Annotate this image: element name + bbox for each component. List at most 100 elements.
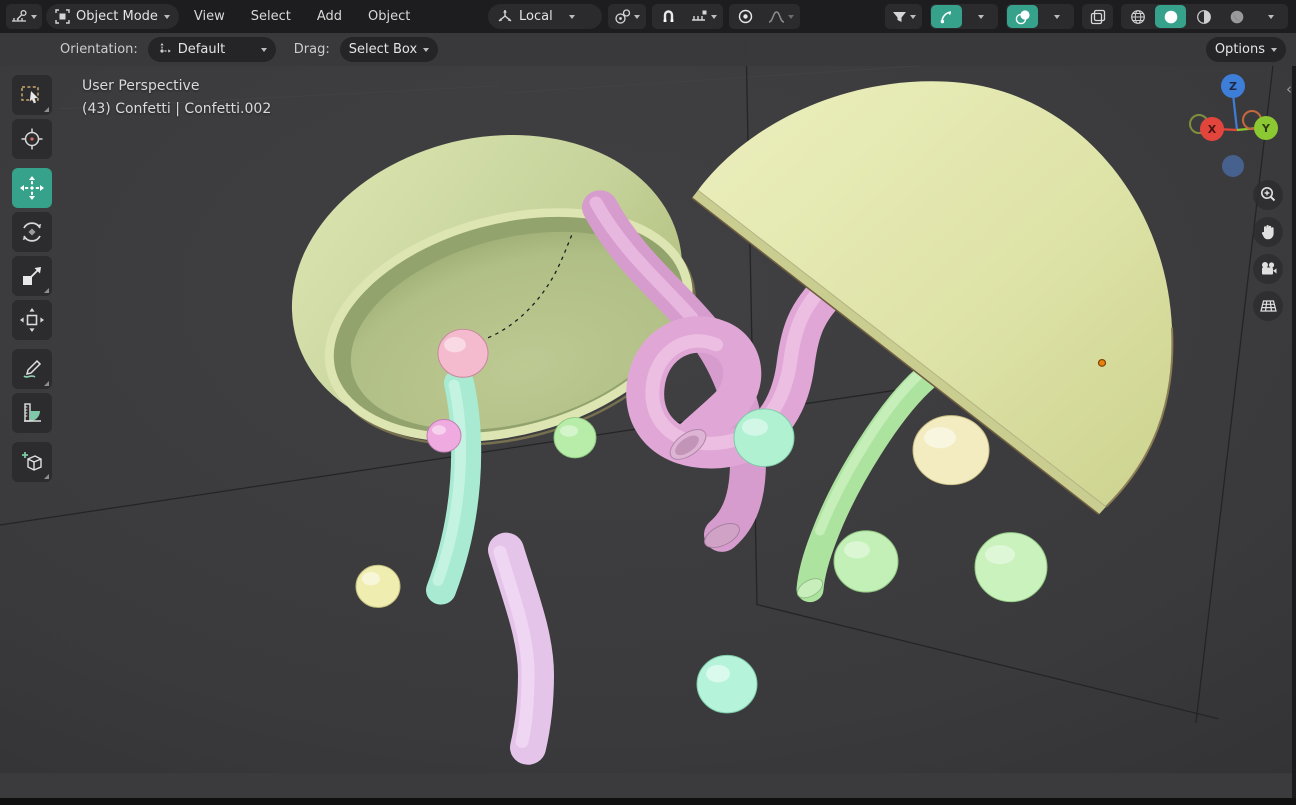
sphere-cyan[interactable] [696,654,758,714]
chevron-down-icon [568,14,575,19]
magnet-icon [663,10,674,22]
proportional-falloff-dropdown[interactable] [763,5,799,28]
material-preview-shading-icon [1196,9,1211,24]
gizmo-axis-neg-z[interactable] [1222,155,1244,177]
tool-transform[interactable] [12,300,52,340]
menu-view[interactable]: View [183,0,236,33]
sphere-green-3[interactable] [974,532,1048,603]
chevron-down-icon[interactable] [1053,14,1060,19]
camera-icon [1261,262,1276,275]
tool-add-cube[interactable] [12,442,52,482]
header-bar: Object Mode View Select Add Object Local [0,0,1296,33]
editor-type-button[interactable] [6,4,42,29]
chevron-down-icon [1271,47,1277,52]
show-gizmo-toggle[interactable] [931,5,962,28]
chevron-down-icon [788,14,794,19]
chevron-down-icon[interactable] [977,14,984,19]
viewport-3d-scene [0,33,1296,774]
xray-icon [1090,9,1105,24]
mode-selector[interactable]: Object Mode [46,4,179,29]
object-visibility-dropdown[interactable] [885,4,922,29]
tool-options-indicator [44,381,49,386]
gizmo-axis-x[interactable]: X [1200,117,1224,141]
rendered-shading-icon [1230,10,1243,23]
active-object-label: (43) Confetti | Confetti.002 [82,101,272,117]
shading-solid-button[interactable] [1155,5,1186,28]
chevron-down-icon[interactable] [711,14,717,19]
show-overlays-toggle[interactable] [1007,5,1038,28]
svg-text:Z: Z [1229,80,1237,93]
snap-toggle[interactable] [653,5,684,28]
orientation-label: Local [519,9,553,24]
tool-select-box[interactable] [12,75,52,115]
shading-rendered-button[interactable] [1221,5,1252,28]
pan-view-button[interactable] [1253,217,1283,247]
tool-move[interactable] [12,168,52,208]
viewport-editor-icon [12,9,27,22]
tool-options-indicator [44,288,49,293]
menu-select[interactable]: Select [240,0,302,33]
zoom-button[interactable] [1253,180,1283,210]
perspective-toggle-button[interactable] [1253,291,1283,321]
gizmo-settings-dropdown[interactable] [964,5,997,28]
sphere-cream[interactable] [912,415,990,486]
object-mode-icon [55,9,70,24]
camera-view-button[interactable] [1253,254,1283,284]
sidebar-collapse-arrow[interactable]: ‹ [1283,80,1295,98]
shading-settings-dropdown[interactable] [1254,5,1287,28]
snap-settings-dropdown[interactable] [686,5,722,28]
gizmo-axis-y[interactable]: Y [1254,116,1278,140]
menu-object[interactable]: Object [357,0,421,33]
orientation-axes-icon [498,10,512,22]
toolbar [12,75,52,486]
wireframe-shading-icon [1130,9,1145,24]
tool-settings-bar: Orientation: Default Drag: Select Box Op… [0,33,1296,66]
tool-scale[interactable] [12,256,52,296]
sphere-mint[interactable] [733,408,795,467]
falloff-curve-icon [768,10,785,23]
proportional-editing-toggle[interactable] [730,5,761,28]
proportional-editing-icon [738,9,753,24]
tool-cursor[interactable] [12,119,52,159]
chevron-down-icon [260,47,267,52]
snap-increment-icon [692,10,707,21]
object-origin-dot [1097,358,1107,367]
xray-toggle[interactable] [1082,4,1113,29]
options-dropdown[interactable]: Options [1205,37,1286,62]
chevron-down-icon[interactable] [1267,14,1274,19]
options-label: Options [1214,42,1265,57]
hand-icon [1261,225,1274,240]
sphere-yellow[interactable] [355,564,401,608]
navigation-gizmo[interactable]: Z X Y [1183,72,1295,184]
drag-mode-dropdown[interactable]: Select Box [339,37,439,62]
tool-annotate[interactable] [12,349,52,389]
sphere-green-2[interactable] [833,530,899,593]
svg-text:Y: Y [1261,122,1271,135]
drag-field-label: Drag: [293,42,330,57]
sphere-green[interactable] [553,417,597,459]
chevron-down-icon[interactable] [909,14,916,19]
view-perspective-label: User Perspective [82,78,200,94]
ortho-grid-icon [1259,300,1277,312]
tool-rotate[interactable] [12,212,52,252]
menu-add[interactable]: Add [306,0,353,33]
window-bottom-border [0,798,1296,805]
svg-text:X: X [1208,123,1217,136]
pivot-point-dropdown[interactable] [608,4,646,29]
gizmo-axis-z[interactable]: Z [1221,74,1245,98]
tool-measure[interactable] [12,393,52,433]
shading-material-button[interactable] [1188,5,1219,28]
transform-orientation-dropdown[interactable]: Local [488,4,602,29]
orientation-default-dropdown[interactable]: Default [147,37,276,62]
gizmo-icon [940,10,951,23]
chevron-down-icon [31,14,37,19]
sphere-small-pink[interactable] [426,419,462,453]
shading-wireframe-button[interactable] [1122,5,1153,28]
axis-origin-icon [160,43,171,53]
viewport-info-overlay: User Perspective (43) Confetti | Confett… [82,75,271,121]
tool-options-indicator [44,474,49,479]
orientation-value: Default [177,42,226,57]
solid-shading-icon [1164,10,1177,23]
sphere-pink[interactable] [437,328,489,378]
overlays-settings-dropdown[interactable] [1040,5,1073,28]
